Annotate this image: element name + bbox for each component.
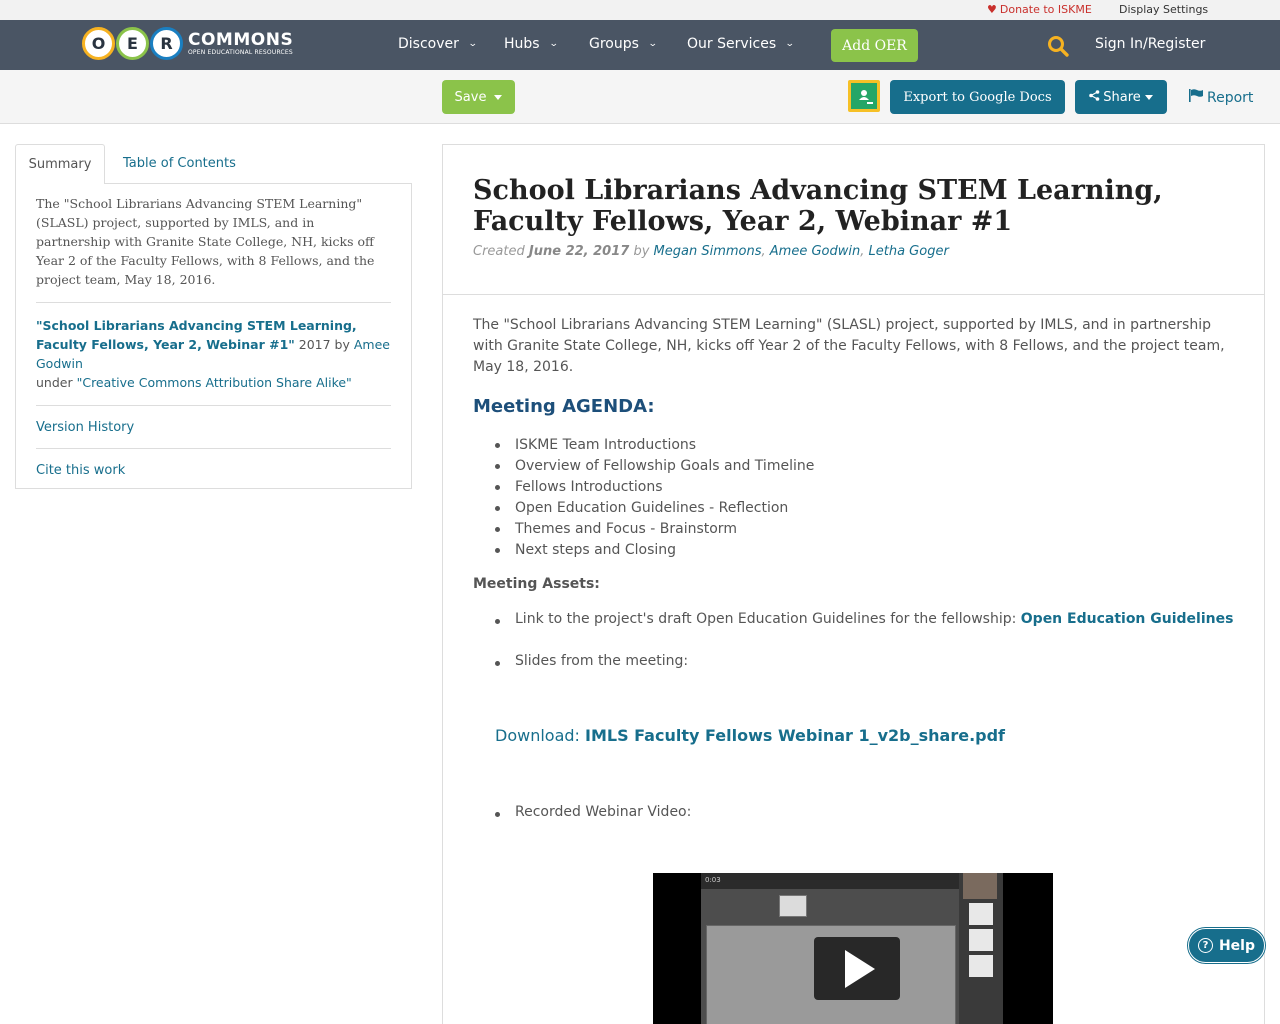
tab-summary[interactable]: Summary: [15, 144, 105, 184]
list-item: Recorded Webinar Video:: [494, 804, 692, 820]
author-link[interactable]: Letha Goger: [869, 244, 949, 259]
google-classroom-button[interactable]: [848, 80, 880, 112]
heart-icon: ♥: [987, 3, 997, 16]
play-icon: [845, 949, 875, 988]
flag-icon: [1189, 89, 1203, 106]
logo-letter-o: O: [82, 26, 115, 60]
download-label: Download:: [495, 726, 586, 745]
nav-groups[interactable]: Groups ⌄: [589, 36, 658, 52]
nav-our-services[interactable]: Our Services ⌄: [687, 36, 795, 52]
logo-text: COMMONS OPEN EDUCATIONAL RESOURCES: [188, 31, 293, 56]
byline: Created June 22, 2017 by Megan Simmons, …: [473, 244, 949, 259]
google-classroom-icon: [851, 83, 877, 109]
resource-header: School Librarians Advancing STEM Learnin…: [443, 145, 1264, 295]
logo-title: COMMONS: [188, 29, 294, 50]
share-button[interactable]: Share: [1075, 80, 1167, 114]
attribution-under: under: [36, 375, 77, 390]
search-icon: [1048, 36, 1069, 57]
list-item: Open Education Guidelines - Reflection: [495, 498, 1215, 519]
report-link[interactable]: Report: [1189, 89, 1253, 106]
participants-panel: [959, 873, 1003, 1024]
author-link[interactable]: Amee Godwin: [770, 244, 860, 259]
tab-table-of-contents[interactable]: Table of Contents: [123, 156, 236, 171]
summary-description: The "School Librarians Advancing STEM Le…: [36, 184, 391, 303]
cite-this-work-link[interactable]: Cite this work: [36, 449, 391, 491]
save-label: Save: [454, 89, 487, 105]
video-player[interactable]: 0:03: [653, 873, 1053, 1024]
play-button[interactable]: [814, 937, 900, 1000]
share-icon: [1089, 90, 1100, 104]
video-time: 0:03: [705, 876, 721, 884]
avatar: [969, 929, 993, 951]
main-header: O E R COMMONS OPEN EDUCATIONAL RESOURCES…: [0, 20, 1280, 70]
list-item: Next steps and Closing: [495, 540, 1215, 561]
nav-groups-label: Groups: [589, 36, 639, 52]
list-item: Overview of Fellowship Goals and Timelin…: [495, 456, 1215, 477]
download-link[interactable]: Download: IMLS Faculty Fellows Webinar 1…: [495, 726, 1005, 745]
search-button[interactable]: [1046, 34, 1070, 58]
add-oer-button[interactable]: Add OER: [831, 29, 918, 62]
nav-discover[interactable]: Discover ⌄: [398, 36, 478, 52]
version-history-link[interactable]: Version History: [36, 406, 391, 449]
license-link[interactable]: "Creative Commons Attribution Share Alik…: [77, 375, 352, 390]
share-label: Share: [1103, 89, 1141, 105]
nav-hubs-label: Hubs: [504, 36, 540, 52]
agenda-list: ISKME Team Introductions Overview of Fel…: [495, 435, 1215, 561]
assets-heading: Meeting Assets:: [473, 576, 600, 592]
help-button[interactable]: ? Help: [1188, 928, 1265, 963]
list-item: Themes and Focus - Brainstorm: [495, 519, 1215, 540]
chevron-down-icon: ⌄: [548, 39, 559, 49]
chevron-down-icon: ⌄: [467, 39, 478, 49]
page-title: School Librarians Advancing STEM Learnin…: [473, 175, 1163, 237]
resource-main: School Librarians Advancing STEM Learnin…: [442, 144, 1265, 1024]
list-item: Fellows Introductions: [495, 477, 1215, 498]
donate-label: Donate to ISKME: [999, 3, 1092, 16]
nav-discover-label: Discover: [398, 36, 459, 52]
author-link[interactable]: Megan Simmons: [654, 244, 762, 259]
chevron-down-icon: ⌄: [785, 39, 795, 49]
export-google-docs-button[interactable]: Export to Google Docs: [890, 80, 1065, 114]
phone-icon: [969, 955, 993, 977]
caret-down-icon: [494, 94, 503, 100]
slide-thumbnail: [779, 895, 807, 917]
display-settings-link[interactable]: Display Settings: [1119, 3, 1208, 16]
download-filename: IMLS Faculty Fellows Webinar 1_v2b_share…: [585, 726, 1006, 745]
agenda-heading: Meeting AGENDA:: [473, 396, 655, 417]
created-date: June 22, 2017: [528, 244, 630, 259]
sign-in-register-link[interactable]: Sign In/Register: [1095, 36, 1205, 52]
list-item: Slides from the meeting:: [494, 653, 689, 669]
logo-letter-e: E: [116, 26, 149, 60]
by-label: by: [633, 244, 650, 259]
intro-paragraph: The "School Librarians Advancing STEM Le…: [473, 317, 1225, 375]
utility-bar: ♥ Donate to ISKME Display Settings: [0, 0, 1280, 20]
attribution: "School Librarians Advancing STEM Learni…: [36, 303, 391, 406]
list-item: ISKME Team Introductions: [495, 435, 1215, 456]
video-toolbar: 0:03: [701, 873, 1003, 889]
list-item: Link to the project's draft Open Educati…: [494, 611, 1234, 627]
summary-panel: The "School Librarians Advancing STEM Le…: [15, 183, 412, 489]
resource-sidebar: Summary Table of Contents The "School Li…: [15, 144, 412, 489]
oer-commons-logo[interactable]: O E R COMMONS OPEN EDUCATIONAL RESOURCES: [82, 26, 293, 60]
avatar: [969, 903, 993, 925]
participant-video: [963, 873, 997, 899]
attribution-year: 2017 by: [294, 337, 354, 352]
caret-down-icon: [1144, 94, 1153, 100]
nav-our-services-label: Our Services: [687, 36, 777, 52]
chevron-down-icon: ⌄: [647, 39, 658, 49]
nav-hubs[interactable]: Hubs ⌄: [504, 36, 559, 52]
asset-link-text: Link to the project's draft Open Educati…: [515, 611, 1021, 627]
save-button[interactable]: Save: [442, 80, 515, 114]
open-education-guidelines-link[interactable]: Open Education Guidelines: [1021, 611, 1234, 627]
help-label: Help: [1218, 937, 1256, 954]
question-icon: ?: [1197, 938, 1213, 953]
resource-toolbar: Save Export to Google Docs Share Report: [0, 70, 1280, 124]
donate-link[interactable]: ♥ Donate to ISKME: [987, 3, 1092, 16]
logo-subtitle: OPEN EDUCATIONAL RESOURCES: [188, 48, 293, 56]
report-label: Report: [1207, 89, 1254, 106]
created-label: Created: [473, 244, 525, 259]
logo-letter-r: R: [150, 26, 183, 60]
